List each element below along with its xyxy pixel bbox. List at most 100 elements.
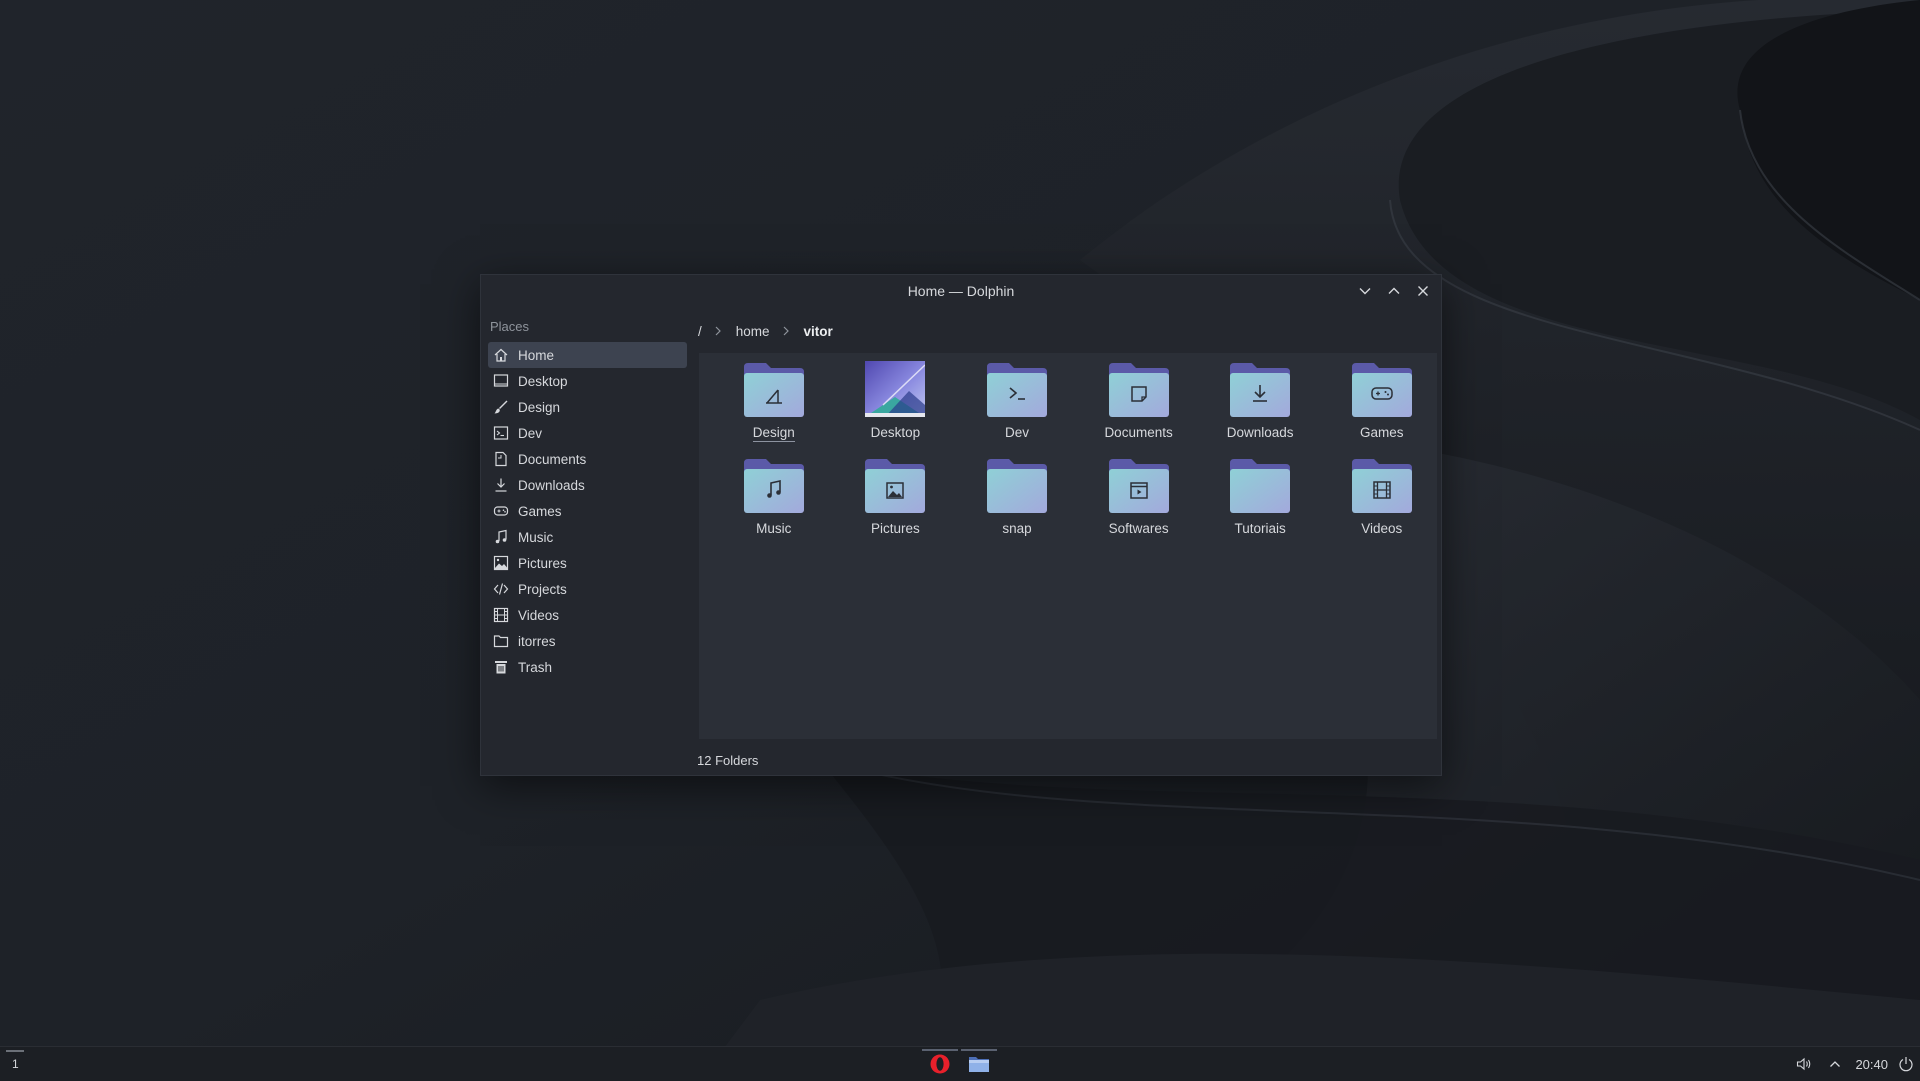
film-icon	[493, 607, 509, 623]
folder-item-downloads[interactable]: Downloads	[1199, 361, 1321, 445]
sidebar-item-label: Documents	[518, 451, 587, 467]
active-indicator	[961, 1049, 997, 1051]
breadcrumb-root[interactable]: /	[698, 324, 702, 339]
folder-label: Tutoriais	[1234, 521, 1286, 536]
code-icon	[493, 581, 509, 597]
music-note-icon	[743, 457, 804, 513]
folder-label: Dev	[1004, 425, 1029, 440]
folder-item-documents[interactable]: Documents	[1078, 361, 1200, 445]
sidebar-item-label: Games	[518, 503, 562, 519]
taskbar: 1 20:40	[0, 1046, 1920, 1081]
document-icon	[493, 451, 509, 467]
folder-item-design[interactable]: Design	[713, 361, 835, 445]
sidebar-item-itorres[interactable]: itorres	[488, 628, 687, 654]
sidebar-item-label: Home	[518, 347, 555, 363]
sidebar-item-label: Projects	[518, 581, 567, 597]
picture-icon	[493, 555, 509, 571]
virtual-desktop-indicator	[6, 1050, 24, 1052]
desktop-thumbnail	[865, 361, 926, 417]
music-note-icon	[493, 529, 509, 545]
sidebar-item-games[interactable]: Games	[488, 498, 687, 524]
virtual-desktop-button[interactable]: 1	[12, 1057, 19, 1071]
sidebar-item-projects[interactable]: Projects	[488, 576, 687, 602]
maximize-button[interactable]	[1384, 281, 1404, 301]
sidebar-item-label: Dev	[518, 425, 543, 441]
sidebar-item-dev[interactable]: Dev	[488, 420, 687, 446]
design-icon	[743, 361, 804, 417]
window-title: Home — Dolphin	[907, 283, 1015, 299]
sidebar-item-label: Trash	[518, 659, 553, 675]
volume-icon[interactable]	[1796, 1056, 1812, 1072]
file-view[interactable]: Design Desktop Dev Documents Downloads G…	[699, 353, 1437, 739]
folder-item-tutoriais[interactable]: Tutoriais	[1199, 457, 1321, 541]
system-tray-expand-icon[interactable]	[1827, 1056, 1843, 1072]
folder-item-pictures[interactable]: Pictures	[835, 457, 957, 541]
sidebar-item-label: Videos	[518, 607, 560, 623]
folder-label: Videos	[1361, 521, 1403, 536]
film-icon	[1351, 457, 1412, 513]
folder-label: Design	[752, 425, 795, 442]
folder-label: Downloads	[1226, 425, 1294, 440]
download-icon	[1230, 361, 1291, 417]
terminal-icon	[493, 425, 509, 441]
folder-icon	[986, 457, 1047, 513]
gamepad-icon	[1351, 361, 1412, 417]
chevron-down-icon	[1359, 288, 1371, 295]
sidebar-item-pictures[interactable]: Pictures	[488, 550, 687, 576]
chevron-up-icon	[1388, 287, 1400, 294]
software-icon	[1108, 457, 1169, 513]
sidebar-item-label: itorres	[518, 633, 556, 649]
clock[interactable]: 20:40	[1855, 1057, 1888, 1072]
file-grid: Design Desktop Dev Documents Downloads G…	[713, 361, 1443, 541]
folder-label: Documents	[1104, 425, 1173, 440]
folder-item-softwares[interactable]: Softwares	[1078, 457, 1200, 541]
folder-label: Desktop	[870, 425, 921, 440]
folder-item-games[interactable]: Games	[1321, 361, 1443, 445]
breadcrumb: / home vitor	[698, 321, 833, 341]
sidebar-item-music[interactable]: Music	[488, 524, 687, 550]
opera-icon	[930, 1054, 950, 1074]
trash-icon	[493, 659, 509, 675]
power-icon[interactable]	[1898, 1056, 1914, 1072]
home-icon	[493, 347, 509, 363]
taskbar-app-opera[interactable]	[922, 1049, 958, 1079]
folder-item-videos[interactable]: Videos	[1321, 457, 1443, 541]
sidebar-item-label: Music	[518, 529, 554, 545]
chevron-right-icon[interactable]	[782, 326, 792, 336]
breadcrumb-home[interactable]: home	[736, 324, 770, 339]
minimize-button[interactable]	[1355, 281, 1375, 301]
folder-item-music[interactable]: Music	[713, 457, 835, 541]
sidebar-item-trash[interactable]: Trash	[488, 654, 687, 680]
breadcrumb-vitor[interactable]: vitor	[804, 324, 833, 339]
sidebar-item-videos[interactable]: Videos	[488, 602, 687, 628]
sidebar-item-downloads[interactable]: Downloads	[488, 472, 687, 498]
folder-item-dev[interactable]: Dev	[956, 361, 1078, 445]
brush-icon	[493, 399, 509, 415]
folder-label: Music	[756, 521, 792, 536]
sidebar-item-label: Design	[518, 399, 561, 415]
desktop-icon	[493, 373, 509, 389]
folder-icon	[1230, 457, 1291, 513]
places-panel: Home Desktop Design Dev Documents Downlo…	[488, 342, 687, 680]
sidebar-item-documents[interactable]: Documents	[488, 446, 687, 472]
active-indicator	[922, 1049, 958, 1051]
gamepad-icon	[493, 503, 509, 519]
terminal-icon	[986, 361, 1047, 417]
download-icon	[493, 477, 509, 493]
sidebar-item-label: Downloads	[518, 477, 585, 493]
folder-label: Softwares	[1108, 521, 1169, 536]
title-bar[interactable]: Home — Dolphin	[481, 275, 1441, 307]
taskbar-app-dolphin[interactable]	[961, 1049, 997, 1079]
folder-icon	[493, 633, 509, 649]
dolphin-window: Home — Dolphin Places Home Desktop Desig…	[480, 274, 1442, 776]
sidebar-item-home[interactable]: Home	[488, 342, 687, 368]
close-button[interactable]	[1413, 281, 1433, 301]
sidebar-item-desktop[interactable]: Desktop	[488, 368, 687, 394]
folder-label: Games	[1360, 425, 1404, 440]
folder-label: snap	[1002, 521, 1032, 536]
sidebar-item-label: Pictures	[518, 555, 567, 571]
sidebar-item-design[interactable]: Design	[488, 394, 687, 420]
folder-item-snap[interactable]: snap	[956, 457, 1078, 541]
folder-item-desktop[interactable]: Desktop	[835, 361, 957, 445]
chevron-right-icon[interactable]	[714, 326, 724, 336]
